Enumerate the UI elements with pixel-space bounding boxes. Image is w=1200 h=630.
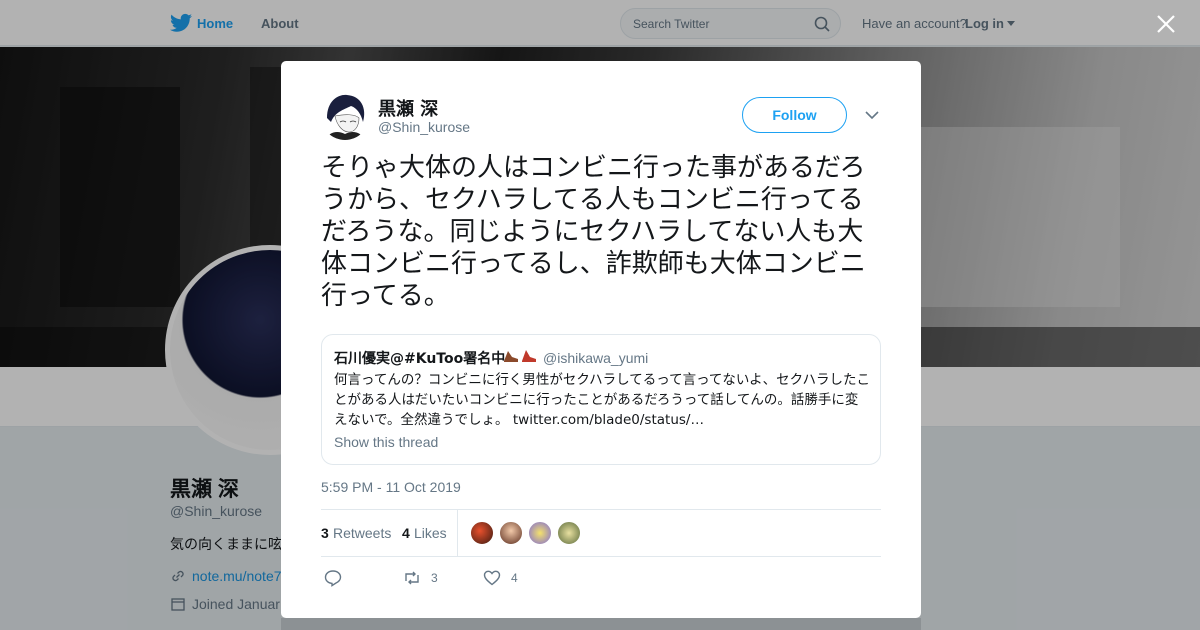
author-handle[interactable]: @Shin_kurose: [378, 119, 470, 135]
liker-avatar[interactable]: [499, 521, 523, 545]
quoted-author-name: 石川優実@#KuToo署名中: [334, 351, 506, 367]
show-thread-link[interactable]: Show this thread: [334, 434, 438, 450]
quoted-tweet[interactable]: 石川優実@#KuToo署名中 @ishikawa_yumi 何言ってんの？コンビ…: [321, 334, 881, 465]
likes-count[interactable]: 4: [402, 525, 410, 541]
author-name[interactable]: 黒瀬 深: [378, 95, 438, 121]
tweet-modal: 黒瀬 深 @Shin_kurose Follow そりゃ大体の人はコンビニ行った…: [281, 61, 921, 618]
heart-icon[interactable]: [483, 569, 501, 587]
likes-label[interactable]: Likes: [414, 525, 447, 541]
quoted-tweet-text: 何言ってんの？コンビニに行く男性がセクハラしてるって言ってないよ、セクハラしたこ…: [334, 370, 870, 430]
retweet-icon[interactable]: [403, 569, 421, 587]
tweet-text: そりゃ大体の人はコンビニ行った事があるだろうから、セクハラしてる人もコンビニ行っ…: [321, 153, 866, 311]
liker-avatar[interactable]: [470, 521, 494, 545]
retweet-action-count: 3: [431, 571, 438, 585]
tweet-stats: 3 Retweets 4 Likes: [321, 509, 881, 557]
reply-icon[interactable]: [324, 569, 342, 587]
retweets-count[interactable]: 3: [321, 525, 329, 541]
retweets-label[interactable]: Retweets: [333, 525, 391, 541]
author-avatar[interactable]: [321, 92, 369, 140]
tweet-timestamp[interactable]: 5:59 PM - 11 Oct 2019: [321, 479, 461, 495]
like-action-count: 4: [511, 571, 518, 585]
quoted-link[interactable]: twitter.com/blade0/status/…: [513, 412, 704, 428]
follow-button[interactable]: Follow: [742, 97, 847, 133]
liker-avatar[interactable]: [557, 521, 581, 545]
tweet-actions: 3 4: [321, 567, 881, 591]
liker-avatar[interactable]: [528, 521, 552, 545]
stats-divider: [457, 510, 458, 556]
close-icon[interactable]: [1156, 14, 1176, 34]
high-heel-emoji-icon: [504, 350, 536, 362]
page-behind-modal: [281, 618, 921, 630]
chevron-down-icon[interactable]: [865, 110, 879, 120]
quoted-author-handle: @ishikawa_yumi: [543, 350, 649, 366]
